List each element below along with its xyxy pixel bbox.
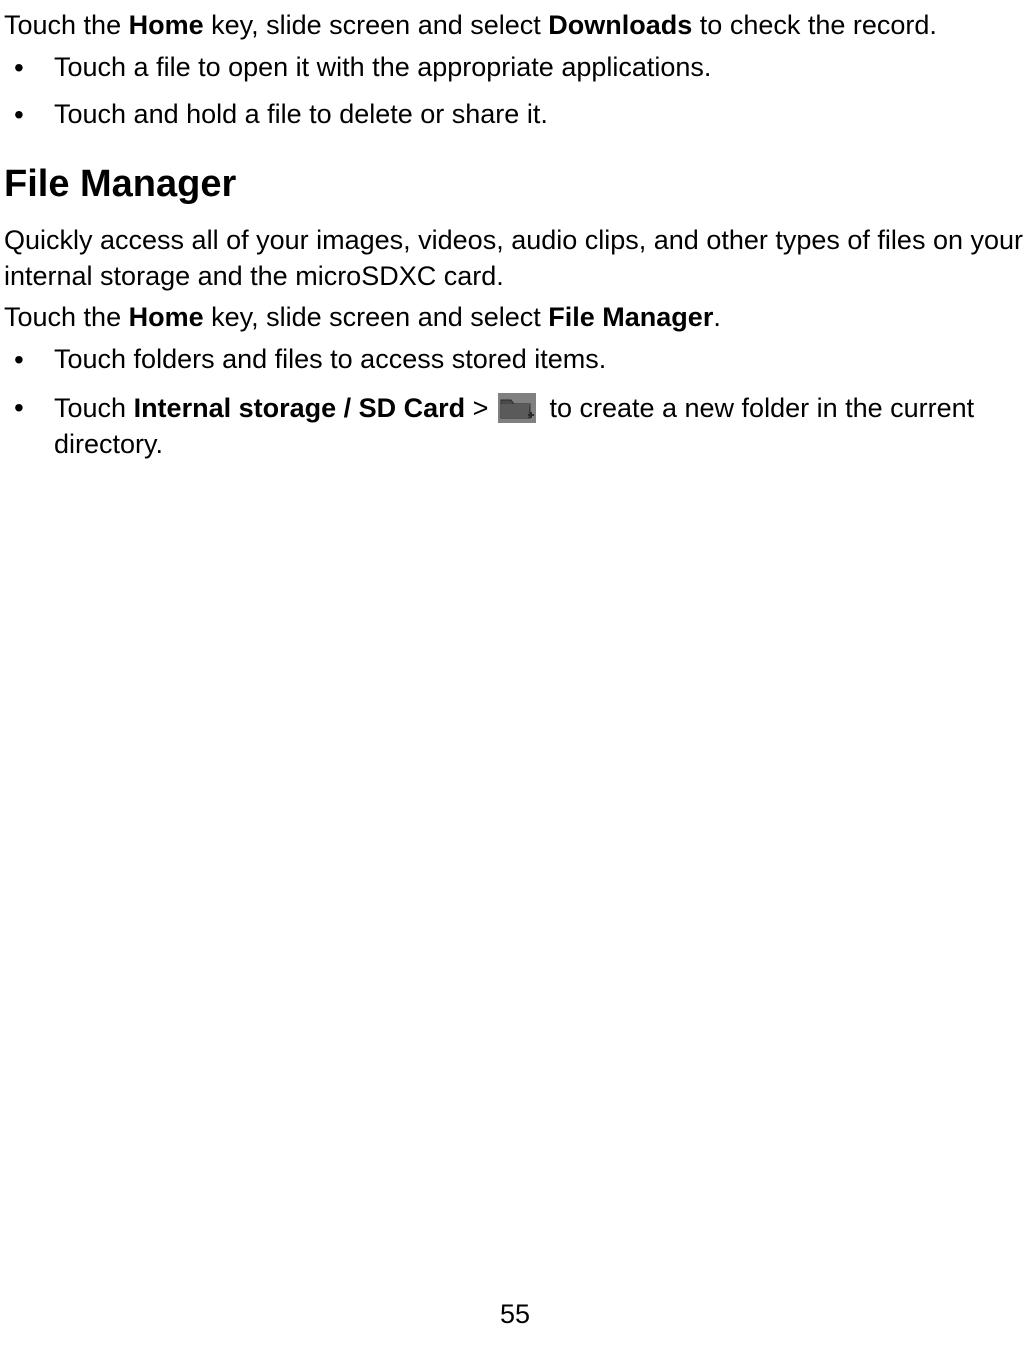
list-item: Touch folders and files to access stored… (4, 342, 1026, 378)
bold-file-manager: File Manager (548, 302, 713, 332)
intro-paragraph: Touch the Home key, slide screen and sel… (4, 8, 1026, 44)
new-folder-icon (498, 393, 536, 423)
list-item: Touch and hold a file to delete or share… (4, 97, 1026, 133)
text: key, slide screen and select (204, 302, 549, 332)
bold-home: Home (129, 302, 204, 332)
text: key, slide screen and select (204, 10, 549, 40)
text: to check the record. (692, 10, 937, 40)
text: Touch the (4, 302, 129, 332)
bold-downloads: Downloads (548, 10, 692, 40)
section-step: Touch the Home key, slide screen and sel… (4, 300, 1026, 336)
page-number: 55 (0, 1297, 1030, 1333)
bold-home: Home (129, 10, 204, 40)
list-item: Touch Internal storage / SD Card > to cr… (4, 390, 1026, 463)
section-description: Quickly access all of your images, video… (4, 223, 1026, 294)
text: Touch the (4, 10, 129, 40)
text: > (465, 393, 496, 423)
bold-storage: Internal storage / SD Card (134, 393, 466, 423)
intro-list: Touch a file to open it with the appropr… (4, 50, 1026, 133)
section-heading: File Manager (4, 159, 1026, 209)
text: . (713, 302, 721, 332)
list-item: Touch a file to open it with the appropr… (4, 50, 1026, 86)
section-list: Touch folders and files to access stored… (4, 342, 1026, 463)
text: Touch (54, 393, 134, 423)
